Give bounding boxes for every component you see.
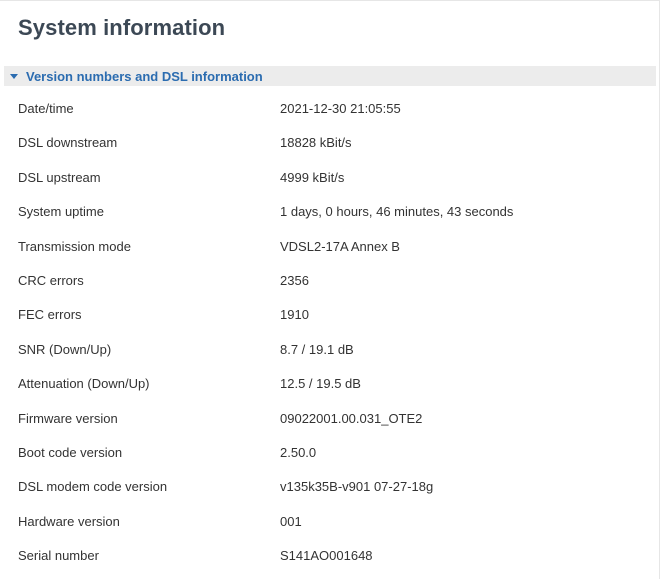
info-label: Serial number — [18, 548, 99, 564]
info-label: Firmware version — [18, 410, 118, 426]
info-value: 8.7 / 19.1 dB — [280, 341, 354, 357]
info-label: DSL modem code version — [18, 479, 168, 495]
info-value: 001 — [280, 513, 302, 529]
info-label: CRC errors — [18, 272, 84, 288]
section-header-version-dsl[interactable]: Version numbers and DSL information — [4, 66, 656, 86]
info-row-fec-errors: FEC errors 1910 — [0, 298, 660, 332]
info-value: 4999 kBit/s — [280, 169, 345, 185]
caret-down-icon[interactable] — [10, 73, 18, 79]
system-information-page: System information Version numbers and D… — [0, 0, 660, 579]
info-label: Boot code version — [18, 444, 123, 460]
info-label: SNR (Down/Up) — [18, 341, 112, 357]
info-label: Date/time — [18, 101, 74, 116]
info-row-crc-errors: CRC errors 2356 — [0, 264, 660, 298]
info-value: VDSL2-17A Annex B — [280, 238, 400, 254]
info-row-dsl-modem-code-version: DSL modem code version v135k35B-v901 07-… — [0, 470, 660, 504]
info-value: S141AO001648 — [280, 548, 373, 564]
info-row-firmware-version: Firmware version 09022001.00.031_OTE2 — [0, 402, 660, 436]
info-label: Hardware version — [18, 513, 120, 529]
info-row-transmission-mode: Transmission mode VDSL2-17A Annex B — [0, 230, 660, 264]
info-row-date-time: Date/time 2021-12-30 21:05:55 — [0, 92, 660, 126]
info-value: 2.50.0 — [280, 444, 317, 460]
info-label: Attenuation (Down/Up) — [18, 376, 150, 392]
info-row-serial-number: Serial number S141AO001648 — [0, 539, 660, 573]
info-value: 2021-12-30 21:05:55 — [280, 101, 401, 116]
info-label: DSL downstream — [18, 135, 118, 151]
info-value: 2356 — [280, 272, 309, 288]
info-value: 09022001.00.031_OTE2 — [280, 410, 423, 426]
info-row-system-uptime: System uptime 1 days, 0 hours, 46 minute… — [0, 195, 660, 229]
info-value: 1 days, 0 hours, 46 minutes, 43 seconds — [280, 204, 514, 220]
info-row-hardware-version: Hardware version 001 — [0, 505, 660, 539]
info-label: DSL upstream — [18, 169, 101, 185]
info-label: FEC errors — [18, 307, 82, 323]
info-value: 12.5 / 19.5 dB — [280, 376, 361, 392]
info-row-dsl-downstream: DSL downstream 18828 kBit/s — [0, 126, 660, 160]
page-title: System information — [18, 15, 226, 40]
info-row-snr: SNR (Down/Up) 8.7 / 19.1 dB — [0, 333, 660, 367]
info-value: v135k35B-v901 07-27-18g — [280, 479, 434, 495]
info-row-boot-code-version: Boot code version 2.50.0 — [0, 436, 660, 470]
section-title: Version numbers and DSL information — [26, 68, 263, 84]
info-value: 1910 — [280, 307, 309, 323]
info-row-dsl-upstream: DSL upstream 4999 kBit/s — [0, 161, 660, 195]
info-value: 18828 kBit/s — [280, 135, 352, 151]
info-row-attenuation: Attenuation (Down/Up) 12.5 / 19.5 dB — [0, 367, 660, 401]
info-label: System uptime — [18, 204, 104, 220]
info-label: Transmission mode — [18, 238, 131, 254]
info-table: Date/time 2021-12-30 21:05:55 DSL downst… — [0, 92, 660, 573]
